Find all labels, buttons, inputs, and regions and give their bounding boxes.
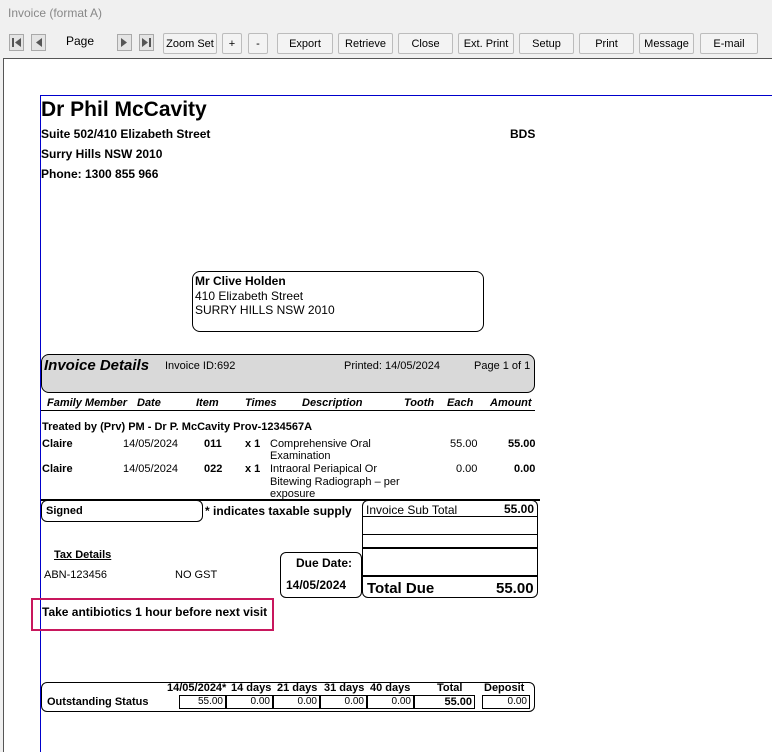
practice-address-line-2: Surry Hills NSW 2010 [41,147,163,161]
header-amount: Amount [490,397,532,409]
zoom-in-button[interactable]: + [222,33,242,54]
row-1-description: Comprehensive Oral Examination [270,438,371,462]
close-button[interactable]: Close [398,33,453,54]
page-indicator: Page 1 of 1 [474,360,531,372]
setup-button[interactable]: Setup [519,33,574,54]
aging-header-31-days: 31 days [324,682,365,694]
invoice-note: Take antibiotics 1 hour before next visi… [42,605,268,619]
row-1-times: x 1 [245,438,261,450]
aging-header-current: 14/05/2024* [167,682,227,694]
tax-details-label: Tax Details [54,549,112,561]
last-page-icon [142,38,151,47]
page-label: Page [66,34,95,48]
taxable-supply-note: * indicates taxable supply [205,504,352,518]
first-page-icon [12,38,21,47]
print-button[interactable]: Print [579,33,634,54]
header-family-member: Family Member [47,397,128,409]
message-button[interactable]: Message [639,33,694,54]
aging-value-current: 55.00 [179,695,226,709]
row-2-member: Claire [42,463,73,475]
gst-status: NO GST [175,569,218,581]
header-times: Times [245,397,277,409]
header-each: Each [447,397,474,409]
patient-address-line-2: SURRY HILLS NSW 2010 [195,303,335,317]
treated-by: Treated by (Prv) PM - Dr P. McCavity Pro… [42,421,313,433]
aging-header-14-days: 14 days [231,682,272,694]
email-button[interactable]: E-mail [700,33,758,54]
window-title: Invoice (format A) [8,6,103,20]
signed-label: Signed [46,505,83,517]
outstanding-status-label: Outstanding Status [47,696,149,708]
invoice-details-heading: Invoice Details [44,357,150,374]
aging-header-deposit: Deposit [484,682,525,694]
sub-total-value: 55.00 [504,502,535,516]
practitioner-qualification: BDS [510,127,536,141]
due-date-label: Due Date: [296,556,353,570]
aging-header-40-days: 40 days [370,682,411,694]
totals-line-3 [362,547,538,549]
sub-total-label: Invoice Sub Total [366,503,458,517]
totals-line-1 [362,516,538,517]
retrieve-button[interactable]: Retrieve [338,33,393,54]
row-1-amount: 55.00 [508,438,536,450]
header-divider [41,410,535,411]
row-2-item: 022 [204,463,223,475]
header-tooth: Tooth [404,397,435,409]
aging-value-total: 55.00 [414,695,475,709]
row-1-member: Claire [42,438,73,450]
previous-page-icon [36,38,42,47]
patient-name: Mr Clive Holden [195,274,286,288]
aging-header-total: Total [437,682,463,694]
zoom-out-button[interactable]: - [248,33,268,54]
row-2-date: 14/05/2024 [123,463,179,475]
export-button[interactable]: Export [277,33,333,54]
row-2-each: 0.00 [456,463,478,475]
practice-phone: Phone: 1300 855 966 [41,167,159,181]
printed-date: Printed: 14/05/2024 [344,360,441,372]
practice-address-line-1: Suite 502/410 Elizabeth Street [41,127,211,141]
row-1-each: 55.00 [450,438,478,450]
total-due-value: 55.00 [496,580,534,597]
previous-page-button[interactable] [31,34,46,51]
next-page-button[interactable] [117,34,132,51]
total-due-label: Total Due [367,580,435,597]
zoom-set-button[interactable]: Zoom Set [163,33,217,54]
aging-header-21-days: 21 days [277,682,318,694]
header-description: Description [302,397,363,409]
header-item: Item [196,397,219,409]
aging-value-14-days: 0.00 [226,695,273,709]
row-1-date: 14/05/2024 [123,438,179,450]
row-2-times: x 1 [245,463,261,475]
aging-value-40-days: 0.00 [367,695,414,709]
aging-value-21-days: 0.00 [273,695,320,709]
last-page-button[interactable] [139,34,154,51]
totals-line-4 [362,575,538,577]
row-2-description: Intraoral Periapical Or Bitewing Radiogr… [270,463,400,499]
ext-print-button[interactable]: Ext. Print [458,33,514,54]
margin-guide-left [40,95,41,752]
next-page-icon [121,38,127,47]
due-date-value: 14/05/2024 [286,578,347,592]
patient-address-line-1: 410 Elizabeth Street [195,289,304,303]
row-1-item: 011 [204,438,222,450]
aging-value-deposit: 0.00 [482,695,530,709]
margin-guide-top [40,95,772,96]
aging-value-31-days: 0.00 [320,695,367,709]
practice-name: Dr Phil McCavity [41,98,207,121]
abn-number: ABN-123456 [44,569,107,581]
first-page-button[interactable] [9,34,24,51]
invoice-id: Invoice ID:692 [165,360,236,372]
row-2-amount: 0.00 [514,463,536,475]
header-date: Date [137,397,161,409]
totals-line-2 [362,534,538,535]
